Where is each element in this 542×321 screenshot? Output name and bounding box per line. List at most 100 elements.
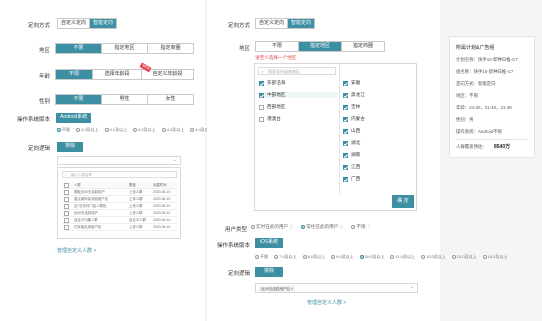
- custom-targeting-option[interactable]: 自定义定向: [256, 19, 289, 28]
- province-item[interactable]: 湖北: [343, 140, 360, 146]
- os-ios-button[interactable]: iOS系统: [255, 238, 283, 248]
- custom-targeting-option[interactable]: 自定义定向: [58, 19, 91, 28]
- region-group-item[interactable]: 东部沿海: [259, 80, 285, 86]
- table-header: 人群 覆盖 创建时间: [62, 182, 177, 189]
- coverage-value: 8540万: [494, 144, 511, 150]
- right-targeting-panel: 定向方式 自定义定向 智能定向 地区 不限 指定地区 指定商圈 请至少选择一个地…: [207, 0, 507, 321]
- selected-audience-tag[interactable]: 近30日活跃用户包 ×: [259, 285, 296, 292]
- confirm-button[interactable]: 确 定: [392, 195, 414, 208]
- user-type-label: 用户类型: [224, 227, 247, 233]
- column-header: 覆盖: [129, 183, 136, 187]
- province-item[interactable]: 安徽: [343, 80, 360, 86]
- os-version-option[interactable]: 9.0及以上: [331, 254, 354, 260]
- region-unlimited-option[interactable]: 不限: [56, 44, 102, 53]
- province-item[interactable]: 黑龙江: [343, 92, 365, 98]
- os-version-option[interactable]: 8.0及以上: [302, 254, 325, 260]
- region-search-input[interactable]: ⌕ 搜索省份或者地区: [258, 67, 336, 75]
- user-type-radios[interactable]: 实时在此的用户 ⓘ 常住在此的用户 ⓘ 不限 ⓘ: [251, 224, 371, 230]
- region-business-district-option[interactable]: 指定商圈: [342, 42, 384, 51]
- age-range-option[interactable]: 选择年龄段: [93, 70, 142, 79]
- logic-exclude-button[interactable]: 排除: [255, 267, 283, 277]
- user-type-option[interactable]: 不限 ⓘ: [351, 224, 371, 230]
- os-version-option[interactable]: 11.0及以上: [390, 254, 415, 260]
- chevron-down-icon: ⌄: [172, 157, 177, 163]
- os-version-option[interactable]: 4.0及以上: [76, 127, 99, 133]
- region-business-district-option[interactable]: 指定商圈: [148, 44, 193, 53]
- region-label: 地区: [38, 48, 50, 54]
- region-group-item[interactable]: 中部地区: [259, 92, 337, 98]
- logic-exclude-button[interactable]: 排除: [57, 142, 83, 152]
- region-group-item[interactable]: 西部地区: [259, 104, 285, 110]
- age-label: 年龄: [38, 74, 50, 80]
- province-item[interactable]: 湖南: [343, 152, 360, 158]
- summary-divider: [456, 139, 528, 140]
- os-version-option[interactable]: 7.0及以上: [274, 254, 297, 260]
- region-search-placeholder: 搜索省份或者地区: [268, 69, 300, 74]
- help-icon: ⓘ: [339, 224, 344, 229]
- manage-audience-link[interactable]: 管理自定义人群 >: [307, 299, 346, 306]
- gender-female-option[interactable]: 女性: [148, 95, 193, 104]
- summary-line: 定向方式：智能定向: [456, 81, 496, 86]
- region-switch[interactable]: 不限 指定地区 指定商圈: [255, 41, 385, 52]
- table-row[interactable]: 重点城市高消费用户包 上传人群 2020-06-10: [62, 196, 177, 203]
- region-specified-option[interactable]: 指定地区: [299, 42, 342, 51]
- gender-switch[interactable]: 不限 男性 女性: [55, 94, 194, 105]
- targeting-mode-label: 定向方式: [27, 23, 50, 29]
- table-row[interactable]: 近30天活跃用户 上传人群 2020-06-10: [62, 210, 177, 217]
- smart-targeting-option[interactable]: 智能定向: [288, 19, 315, 28]
- manage-audience-link[interactable]: 管理自定义人群 >: [57, 247, 96, 254]
- audience-table: 人群 覆盖 创建时间 提取近30天活跃用户 上传人群 2020-06-10 重点城市…: [62, 182, 177, 231]
- smart-targeting-option[interactable]: 智能定向: [90, 19, 117, 28]
- os-version-option[interactable]: 4.3及以上: [161, 127, 184, 133]
- os-version-option[interactable]: 10.0及以上: [359, 254, 384, 260]
- province-item[interactable]: 吉林: [343, 104, 360, 110]
- summary-line: 组名称：快手10-新种日推-C7: [456, 69, 514, 74]
- gender-label: 性别: [38, 99, 50, 105]
- os-version-option[interactable]: 4.2及以上: [133, 127, 156, 133]
- search-icon: ⌕: [65, 173, 67, 177]
- summary-panel: 所属计划&广告组 计划名称：快手10-新种日推-C7 组名称：快手10-新种日推…: [449, 36, 535, 158]
- selected-audience-field[interactable]: 近30日活跃用户包 × ⌄: [255, 283, 418, 293]
- os-version-option[interactable]: 不限: [255, 254, 268, 260]
- province-item[interactable]: 江西: [343, 164, 360, 170]
- province-item[interactable]: 内蒙古: [343, 116, 365, 122]
- targeting-mode-switch[interactable]: 自定义定向 智能定向: [255, 18, 316, 29]
- coverage-label: 人群覆盖预估：: [456, 144, 487, 149]
- province-item[interactable]: 广西: [343, 176, 360, 182]
- region-label: 地区: [238, 46, 250, 52]
- os-label: 操作系统版本: [216, 243, 250, 249]
- region-hint: 请至少选择一个地区: [255, 55, 297, 60]
- gender-unlimited-option[interactable]: 不限: [56, 95, 102, 104]
- left-targeting-panel: 定向方式 自定义定向 智能定向 地区 不限 指定地区 指定商圈 年龄 不限 选择…: [0, 0, 270, 321]
- targeting-mode-switch[interactable]: 自定义定向 智能定向: [57, 18, 118, 29]
- table-row[interactable]: 自定义兴趣人群 自定义人群 2020-06-10: [62, 217, 177, 224]
- table-row[interactable]: 已安装应用用户包 上传人群 2020-06-10: [62, 224, 177, 231]
- os-version-option[interactable]: 14.0及以上: [482, 254, 507, 260]
- region-specified-option[interactable]: 指定地区: [102, 44, 148, 53]
- audience-select[interactable]: ⌄: [57, 156, 181, 165]
- summary-line: 计划名称：快手10-新种日推-C7: [456, 57, 518, 62]
- gender-male-option[interactable]: 男性: [102, 95, 148, 104]
- os-label: 操作系统版本: [16, 117, 50, 123]
- os-android-button[interactable]: Android系统: [56, 113, 92, 123]
- os-version-option[interactable]: 不限: [57, 127, 70, 133]
- os-version-option[interactable]: 4.1及以上: [104, 127, 127, 133]
- region-unlimited-option[interactable]: 不限: [256, 42, 299, 51]
- table-row[interactable]: 提取近30天活跃用户 上传人群 2020-06-10: [62, 189, 177, 196]
- region-switch[interactable]: 不限 指定地区 指定商圈: [55, 43, 194, 54]
- logic-label: 定向逻辑: [227, 271, 250, 277]
- audience-search-input[interactable]: ⌕ 输入人群名称: [62, 171, 177, 178]
- province-item[interactable]: 山西: [343, 128, 360, 134]
- audience-search-placeholder: 输入人群名称: [71, 173, 92, 177]
- region-group-item[interactable]: 港澳台: [259, 116, 281, 122]
- targeting-mode-label: 定向方式: [227, 23, 250, 29]
- user-type-option[interactable]: 常住在此的用户 ⓘ: [301, 224, 343, 230]
- os-version-radios[interactable]: 不限 7.0及以上 8.0及以上 9.0及以上 10.0及以上 11.0及以上 …: [255, 254, 507, 260]
- logic-label: 定向逻辑: [27, 146, 50, 152]
- age-unlimited-option[interactable]: 不限: [56, 70, 94, 79]
- user-type-option[interactable]: 实时在此的用户 ⓘ: [251, 224, 293, 230]
- os-version-option[interactable]: 13.0及以上: [451, 254, 477, 260]
- table-row[interactable]: 近7日访问门店人群包 上传人群 2020-06-10: [62, 203, 177, 210]
- age-switch[interactable]: 不限 选择年龄段 自定义年龄段: [55, 69, 194, 80]
- os-version-option[interactable]: 12.0及以上: [420, 254, 446, 260]
